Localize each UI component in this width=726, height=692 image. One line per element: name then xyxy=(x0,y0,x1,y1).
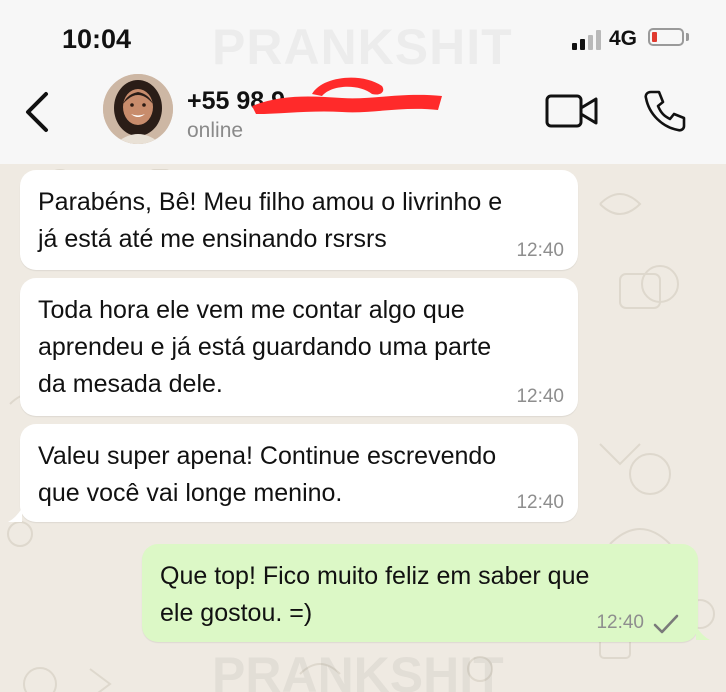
battery-tip xyxy=(686,33,689,41)
single-check-icon xyxy=(653,614,679,634)
voice-call-button[interactable] xyxy=(642,88,688,134)
message-bubble[interactable]: Valeu super apena! Continue escrevendo q… xyxy=(20,424,578,522)
message-text: Valeu super apena! Continue escrevendo q… xyxy=(38,442,497,507)
avatar[interactable] xyxy=(103,74,173,144)
redaction-scribble xyxy=(252,77,442,114)
message-time: 12:40 xyxy=(596,612,644,633)
battery-icon xyxy=(648,28,684,46)
message-text: Parabéns, Bê! Meu filho amou o livrinho … xyxy=(38,188,503,253)
chevron-left-icon xyxy=(26,92,48,132)
message-time: 12:40 xyxy=(516,386,564,407)
watermark-bottom: PRANKSHIT xyxy=(212,647,504,692)
watermark: PRANKSHIT xyxy=(212,18,513,76)
back-button[interactable] xyxy=(20,88,60,136)
message-bubble-outgoing[interactable]: Que top! Fico muito feliz em saber que e… xyxy=(142,544,698,642)
status-time: 10:04 xyxy=(62,24,132,54)
message-bubble[interactable]: Parabéns, Bê! Meu filho amou o livrinho … xyxy=(20,170,578,270)
network-type: 4G xyxy=(609,27,638,50)
chat-header: +55 98 9 online xyxy=(0,70,726,164)
message-text: Toda hora ele vem me contar algo que apr… xyxy=(38,296,492,398)
video-camera-icon xyxy=(545,94,598,128)
video-call-button[interactable] xyxy=(544,92,600,130)
chat-area[interactable]: Parabéns, Bê! Meu filho amou o livrinho … xyxy=(0,164,726,692)
message-time: 12:40 xyxy=(516,492,564,513)
message-bubble[interactable]: Toda hora ele vem me contar algo que apr… xyxy=(20,278,578,416)
contact-status: online xyxy=(187,119,244,142)
bubble-tail-outgoing xyxy=(696,626,710,640)
signal-strength-icon xyxy=(572,28,604,50)
bubble-tail xyxy=(8,508,22,522)
message-time: 12:40 xyxy=(516,240,564,261)
phone-icon xyxy=(644,90,686,132)
status-bar: 10:04 PRANKSHIT 4G xyxy=(0,0,726,75)
